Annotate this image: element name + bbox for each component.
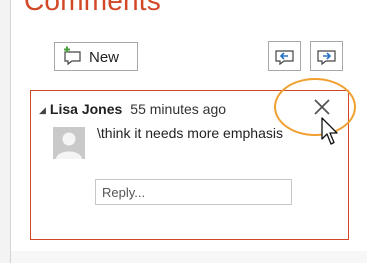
comment-header: ◢ Lisa Jones 55 minutes ago (39, 101, 226, 117)
user-silhouette-icon (53, 127, 85, 159)
previous-comment-button[interactable] (268, 41, 301, 71)
next-comment-button[interactable] (310, 41, 343, 71)
reply-placeholder: Reply... (102, 185, 146, 200)
previous-comment-icon (275, 50, 294, 66)
mouse-pointer-icon (321, 117, 338, 145)
pane-left-edge (0, 0, 11, 263)
comment-timestamp: 55 minutes ago (130, 101, 227, 117)
new-comment-button[interactable]: New (54, 42, 138, 71)
pane-title: Comments (24, 0, 161, 16)
new-comment-label: New (89, 49, 120, 66)
comment-author: Lisa Jones (49, 101, 123, 117)
reply-input[interactable]: Reply... (95, 179, 292, 205)
pane-bottom (11, 251, 367, 263)
highlight-ring (274, 78, 356, 136)
next-comment-icon (317, 50, 336, 66)
new-comment-icon (64, 46, 81, 66)
collapse-triangle-icon[interactable]: ◢ (39, 105, 46, 115)
avatar (53, 127, 85, 159)
